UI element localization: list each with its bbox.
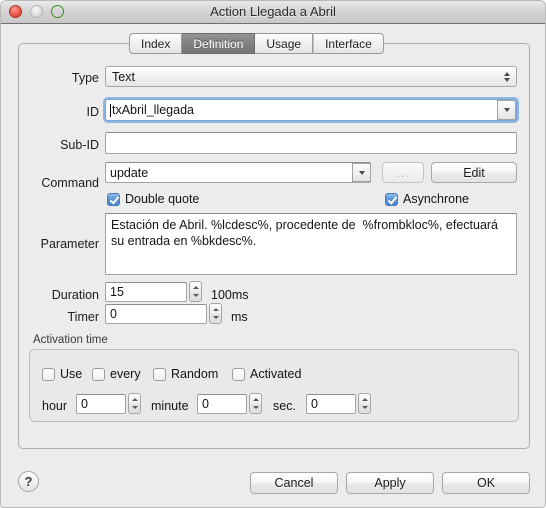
tab-definition[interactable]: Definition <box>182 33 256 54</box>
title-bar: Action Llegada a Abril <box>1 1 545 24</box>
tab-index[interactable]: Index <box>129 33 183 54</box>
asynchrone-label: Asynchrone <box>403 192 470 206</box>
checkbox-box <box>385 192 398 206</box>
checkbox-box <box>42 367 55 381</box>
duration-input[interactable]: 15 <box>105 282 187 302</box>
stepper-down-icon[interactable] <box>131 405 138 409</box>
duration-unit: 100ms <box>211 288 249 302</box>
timer-input[interactable]: 0 <box>105 304 207 324</box>
sec-stepper[interactable] <box>358 393 371 414</box>
activation-group-title: Activation time <box>33 334 108 346</box>
command-dropdown-button[interactable] <box>352 163 371 182</box>
dialog-window: Action Llegada a Abril Index Definition … <box>0 0 546 508</box>
stepper-up-icon[interactable] <box>252 398 259 402</box>
stepper-up-icon[interactable] <box>192 286 199 290</box>
help-button[interactable]: ? <box>18 471 39 492</box>
duration-stepper[interactable] <box>189 281 202 302</box>
activation-activated-label: Activated <box>250 367 302 381</box>
ok-button[interactable]: OK <box>442 472 530 494</box>
chevron-updown-icon <box>504 71 510 82</box>
double-quote-label: Double quote <box>125 192 200 206</box>
duration-label: Duration <box>51 288 99 302</box>
checkbox-box <box>92 367 105 381</box>
sec-input[interactable]: 0 <box>306 394 356 414</box>
hour-label: hour <box>42 399 68 413</box>
stepper-down-icon[interactable] <box>361 405 368 409</box>
stepper-down-icon[interactable] <box>252 405 259 409</box>
duration-value: 15 <box>110 285 124 299</box>
id-label: ID <box>86 105 100 119</box>
type-popup[interactable]: Text <box>105 66 517 87</box>
hour-value: 0 <box>81 397 88 411</box>
type-value: Text <box>112 69 135 84</box>
stepper-down-icon[interactable] <box>192 293 199 297</box>
minute-stepper[interactable] <box>249 393 262 414</box>
activation-activated-checkbox[interactable]: Activated <box>232 367 301 381</box>
apply-button[interactable]: Apply <box>346 472 434 494</box>
id-input[interactable]: txAbril_llegada <box>105 99 517 121</box>
activation-every-label: every <box>110 367 141 381</box>
stepper-up-icon[interactable] <box>212 308 219 312</box>
hour-input[interactable]: 0 <box>76 394 126 414</box>
minute-input[interactable]: 0 <box>197 394 247 414</box>
minute-label: minute <box>151 399 189 413</box>
subid-label: Sub-ID <box>60 138 99 152</box>
activation-random-checkbox[interactable]: Random <box>153 367 218 381</box>
id-value: txAbril_llegada <box>112 103 194 117</box>
subid-input[interactable] <box>105 132 517 154</box>
command-input[interactable]: update <box>105 162 371 183</box>
activation-use-checkbox[interactable]: Use <box>42 367 82 381</box>
timer-unit: ms <box>231 310 248 324</box>
checkbox-box <box>107 192 120 206</box>
text-caret <box>110 103 111 117</box>
timer-label: Timer <box>67 310 99 324</box>
double-quote-checkbox[interactable]: Double quote <box>107 192 199 206</box>
sec-value: 0 <box>311 397 318 411</box>
minute-value: 0 <box>202 397 209 411</box>
tab-usage[interactable]: Usage <box>255 33 314 54</box>
hour-stepper[interactable] <box>128 393 141 414</box>
activation-every-checkbox[interactable]: every <box>92 367 141 381</box>
sec-label: sec. <box>273 399 296 413</box>
activation-random-label: Random <box>171 367 219 381</box>
chevron-down-icon <box>358 170 365 175</box>
command-edit-button[interactable]: Edit <box>431 162 517 183</box>
command-value: update <box>110 165 149 180</box>
checkbox-box <box>232 367 245 381</box>
stepper-up-icon[interactable] <box>361 398 368 402</box>
asynchrone-checkbox[interactable]: Asynchrone <box>385 192 469 206</box>
stepper-down-icon[interactable] <box>212 315 219 319</box>
tab-interface[interactable]: Interface <box>313 33 384 54</box>
parameter-textarea[interactable]: Estación de Abril. %lcdesc%, procedente … <box>105 213 517 275</box>
timer-stepper[interactable] <box>209 303 222 324</box>
chevron-down-icon <box>503 108 510 112</box>
tab-bar: Index Definition Usage Interface <box>129 33 384 54</box>
command-browse-button[interactable]: ... <box>382 162 424 183</box>
type-label: Type <box>71 71 99 85</box>
timer-value: 0 <box>110 307 117 321</box>
parameter-label: Parameter <box>40 237 99 251</box>
stepper-up-icon[interactable] <box>131 398 138 402</box>
activation-use-label: Use <box>60 367 83 381</box>
checkbox-box <box>153 367 166 381</box>
id-dropdown-button[interactable] <box>497 100 516 120</box>
cancel-button[interactable]: Cancel <box>250 472 338 494</box>
window-title: Action Llegada a Abril <box>210 4 336 19</box>
command-label: Command <box>41 176 99 190</box>
